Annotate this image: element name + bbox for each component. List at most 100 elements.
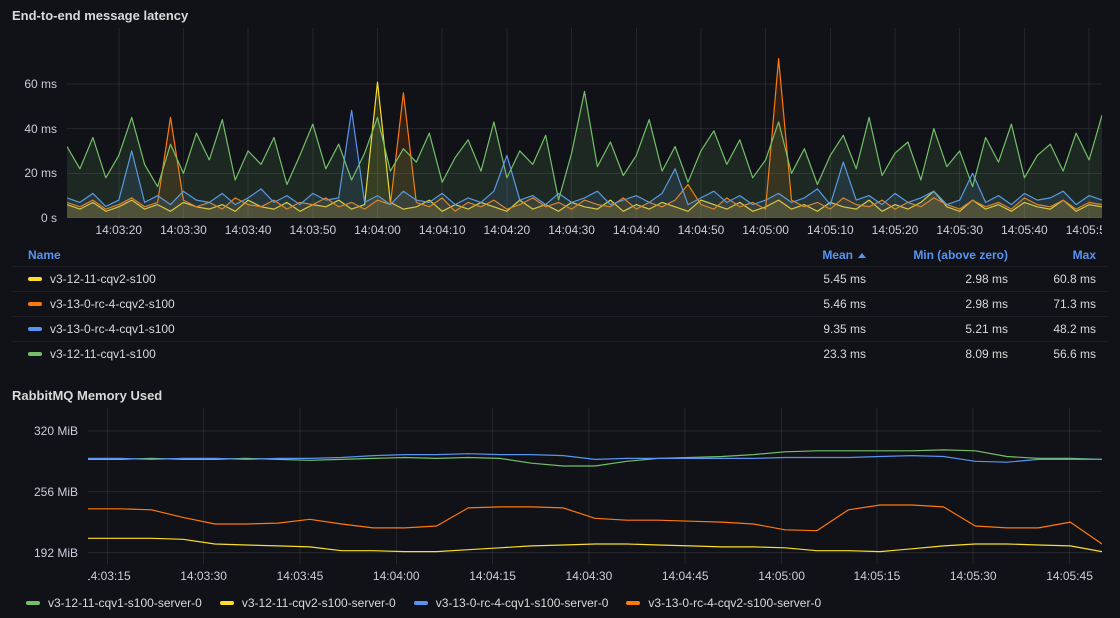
max-value: 71.3 ms	[1008, 297, 1096, 311]
memory-plot-area[interactable]	[88, 408, 1102, 564]
min-value: 2.98 ms	[866, 272, 1008, 286]
column-header-min-label: Min (above zero)	[913, 248, 1008, 262]
column-header-mean[interactable]: Mean	[754, 248, 866, 262]
sort-ascending-icon	[858, 253, 866, 258]
x-axis-tick-label: 14:04:10	[419, 223, 466, 237]
x-axis-tick-label: 14:05:45	[1046, 569, 1093, 583]
latency-panel-title[interactable]: End-to-end message latency	[12, 8, 1108, 24]
series-name[interactable]: v3-13-0-rc-4-cqv1-s100	[50, 322, 175, 336]
series-color-swatch	[220, 601, 234, 605]
x-axis-tick-label: 14:05:00	[742, 223, 789, 237]
x-axis-tick-label: 14:04:20	[484, 223, 531, 237]
column-header-name[interactable]: Name	[28, 248, 754, 262]
chart-canvas[interactable]	[67, 28, 1102, 218]
dashboard-page: End-to-end message latency 0 s 20 ms 40 ms…	[0, 0, 1120, 618]
latency-y-axis: 0 s20 ms40 ms60 ms	[12, 28, 57, 218]
latency-x-axis: 14:03:20 14:03:30 14:03:40 14:03:50 14:04:00…	[67, 218, 1102, 242]
legend-table-row[interactable]: v3-12-11-cqv2-s100 5.45 ms2.98 ms60.8 ms	[12, 266, 1108, 291]
mean-value: 5.46 ms	[754, 297, 866, 311]
column-header-mean-label: Mean	[822, 248, 853, 262]
x-axis-tick-label: 14:03:40	[225, 223, 272, 237]
memory-panel-title[interactable]: RabbitMQ Memory Used	[12, 388, 1108, 404]
chart-canvas[interactable]	[88, 408, 1102, 564]
memory-chart: 192 MiB 256 MiB 320 MiB 14:03:15 14:03:30 14…	[12, 408, 1108, 588]
legend-table-header: Name Mean Min (above zero) Max	[12, 244, 1108, 266]
latency-plot-area[interactable]	[67, 28, 1102, 218]
x-axis-tick-label: 14:03:20	[95, 223, 142, 237]
y-axis-tick-label: 0 s	[41, 211, 57, 225]
legend-item-label: v3-13-0-rc-4-cqv1-s100-server-0	[436, 596, 609, 610]
mean-value: 23.3 ms	[754, 347, 866, 361]
y-axis-tick-label: 20 ms	[24, 166, 57, 180]
x-axis-tick-label: 14:05:50	[1066, 223, 1102, 237]
series-color-swatch[interactable]	[28, 352, 42, 356]
legend-table-row[interactable]: v3-13-0-rc-4-cqv1-s100 9.35 ms5.21 ms48.2…	[12, 316, 1108, 341]
x-axis-tick-label: 14:04:30	[566, 569, 613, 583]
series-color-swatch[interactable]	[28, 302, 42, 306]
x-axis-tick-label: 14:05:30	[936, 223, 983, 237]
latency-legend-table: Name Mean Min (above zero) Max v3-12-11-cqv2…	[12, 244, 1108, 366]
series-line-v3-12-11-cqv2-s100-server-0	[88, 538, 1102, 551]
x-axis-tick-label: 14:03:15	[88, 569, 131, 583]
memory-y-axis: 192 MiB 256 MiB 320 MiB	[12, 408, 78, 564]
series-name-cell: v3-13-0-rc-4-cqv2-s100	[28, 297, 754, 311]
legend-item[interactable]: v3-13-0-rc-4-cqv2-s100-server-0	[626, 596, 821, 610]
mean-value: 5.45 ms	[754, 272, 866, 286]
series-color-swatch	[26, 601, 40, 605]
memory-panel: RabbitMQ Memory Used 192 MiB 256 MiB 320 M…	[12, 388, 1108, 610]
min-value: 8.09 ms	[866, 347, 1008, 361]
max-value: 48.2 ms	[1008, 322, 1096, 336]
series-name[interactable]: v3-12-11-cqv1-s100	[50, 347, 156, 361]
series-name-cell: v3-13-0-rc-4-cqv1-s100	[28, 322, 754, 336]
x-axis-tick-label: 14:04:00	[373, 569, 420, 583]
legend-table-row[interactable]: v3-13-0-rc-4-cqv2-s1005.46 ms2.98 ms71.3…	[12, 291, 1108, 316]
legend-item-label: v3-13-0-rc-4-cqv2-s100-server-0	[648, 596, 821, 610]
x-axis-tick-label: 14:03:30	[180, 569, 227, 583]
x-axis-tick-label: 14:05:15	[854, 569, 901, 583]
max-value: 60.8 ms	[1008, 272, 1096, 286]
y-axis-tick-label: 320 MiB	[34, 424, 78, 438]
x-axis-tick-label: 14:04:00	[354, 223, 401, 237]
x-axis-tick-label: 14:04:40	[613, 223, 660, 237]
y-axis-tick-label: 192 MiB	[34, 546, 78, 560]
column-header-name-label: Name	[28, 248, 61, 262]
legend-item[interactable]: v3-12-11-cqv2-s100-server-0	[220, 596, 396, 610]
x-axis-tick-label: 14:03:50	[289, 223, 336, 237]
column-header-max[interactable]: Max	[1008, 248, 1096, 262]
legend-table-row[interactable]: v3-12-11-cqv1-s10023.3 ms8.09 ms56.6 ms	[12, 341, 1108, 366]
series-color-swatch	[414, 601, 428, 605]
x-axis-tick-label: 14:05:40	[1001, 223, 1048, 237]
x-axis-tick-label: 14:04:50	[678, 223, 725, 237]
series-name[interactable]: v3-13-0-rc-4-cqv2-s100	[50, 297, 175, 311]
series-line-v3-13-0-rc-4-cqv2-s100-server-0	[88, 505, 1102, 544]
series-name-cell: v3-12-11-cqv2-s100	[28, 272, 754, 286]
series-line-v3-13-0-rc-4-cqv1-s100-server-0	[88, 454, 1102, 463]
column-header-min[interactable]: Min (above zero)	[866, 248, 1008, 262]
x-axis-tick-label: 14:03:30	[160, 223, 207, 237]
x-axis-tick-label: 14:05:10	[807, 223, 854, 237]
column-header-max-label: Max	[1073, 248, 1096, 262]
x-axis-tick-label: 14:04:45	[662, 569, 709, 583]
series-color-swatch[interactable]	[28, 327, 42, 331]
memory-x-axis: 14:03:1514:03:3014:03:4514:04:0014:04:15…	[88, 564, 1102, 588]
x-axis-tick-label: 14:05:20	[872, 223, 919, 237]
y-axis-tick-label: 60 ms	[24, 77, 57, 91]
x-axis-tick-label: 14:05:30	[950, 569, 997, 583]
y-axis-tick-label: 256 MiB	[34, 485, 78, 499]
x-axis-tick-label: 14:04:15	[469, 569, 516, 583]
series-color-swatch[interactable]	[28, 277, 42, 281]
legend-item[interactable]: v3-12-11-cqv1-s100-server-0	[26, 596, 202, 610]
latency-panel: End-to-end message latency 0 s 20 ms 40 ms…	[12, 8, 1108, 366]
latency-chart: 0 s20 ms40 ms60 ms 14:03:2014:03:3014:03…	[12, 28, 1108, 242]
legend-item[interactable]: v3-13-0-rc-4-cqv1-s100-server-0	[414, 596, 609, 610]
series-name-cell: v3-12-11-cqv1-s100	[28, 347, 754, 361]
series-color-swatch	[626, 601, 640, 605]
x-axis-tick-label: 14:05:00	[758, 569, 805, 583]
legend-item-label: v3-12-11-cqv2-s100-server-0	[242, 596, 396, 610]
min-value: 5.21 ms	[866, 322, 1008, 336]
mean-value: 9.35 ms	[754, 322, 866, 336]
series-name[interactable]: v3-12-11-cqv2-s100	[50, 272, 156, 286]
legend-item-label: v3-12-11-cqv1-s100-server-0	[48, 596, 202, 610]
x-axis-tick-label: 14:04:30	[548, 223, 595, 237]
y-axis-tick-label: 40 ms	[24, 122, 57, 136]
